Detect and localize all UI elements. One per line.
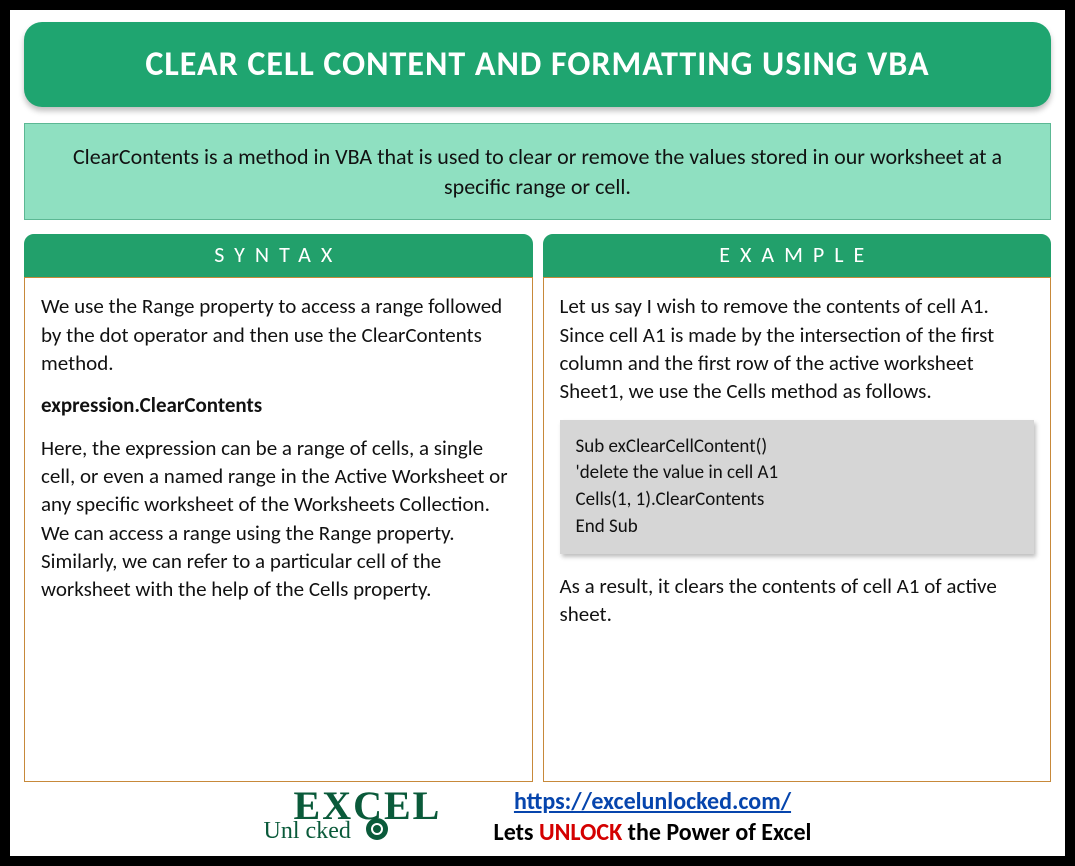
- syntax-body: We use the Range property to access a ra…: [24, 277, 533, 781]
- lock-icon: [366, 818, 388, 840]
- syntax-expression: expression.ClearContents: [41, 391, 516, 419]
- description-box: ClearContents is a method in VBA that is…: [24, 123, 1051, 220]
- logo-unlocked-text: Unl cked: [264, 818, 351, 845]
- tagline-post: the Power of Excel: [622, 818, 811, 847]
- page-title-banner: CLEAR CELL CONTENT AND FORMATTING USING …: [24, 22, 1051, 107]
- footer-text-block: https://excelunlocked.com/ Lets UNLOCK t…: [494, 786, 812, 848]
- example-result-text: As a result, it clears the contents of c…: [560, 572, 1035, 629]
- excel-unlocked-logo: EXCEL Unl cked: [264, 786, 474, 848]
- tagline-unlock: UNLOCK: [539, 818, 622, 847]
- example-code-block: Sub exClearCellContent() 'delete the val…: [560, 420, 1035, 554]
- syntax-column: SYNTAX We use the Range property to acce…: [24, 234, 533, 781]
- example-column: EXAMPLE Let us say I wish to remove the …: [543, 234, 1052, 781]
- syntax-explanation-text: Here, the expression can be a range of c…: [41, 434, 516, 604]
- example-body: Let us say I wish to remove the contents…: [543, 277, 1052, 781]
- two-column-layout: SYNTAX We use the Range property to acce…: [24, 234, 1051, 781]
- example-header: EXAMPLE: [543, 234, 1052, 277]
- footer: EXCEL Unl cked https://excelunlocked.com…: [24, 782, 1051, 848]
- syntax-header: SYNTAX: [24, 234, 533, 277]
- tagline-pre: Lets: [494, 818, 539, 847]
- syntax-intro-text: We use the Range property to access a ra…: [41, 292, 516, 377]
- example-intro-text: Let us say I wish to remove the contents…: [560, 292, 1035, 405]
- footer-url-link[interactable]: https://excelunlocked.com/: [514, 787, 791, 816]
